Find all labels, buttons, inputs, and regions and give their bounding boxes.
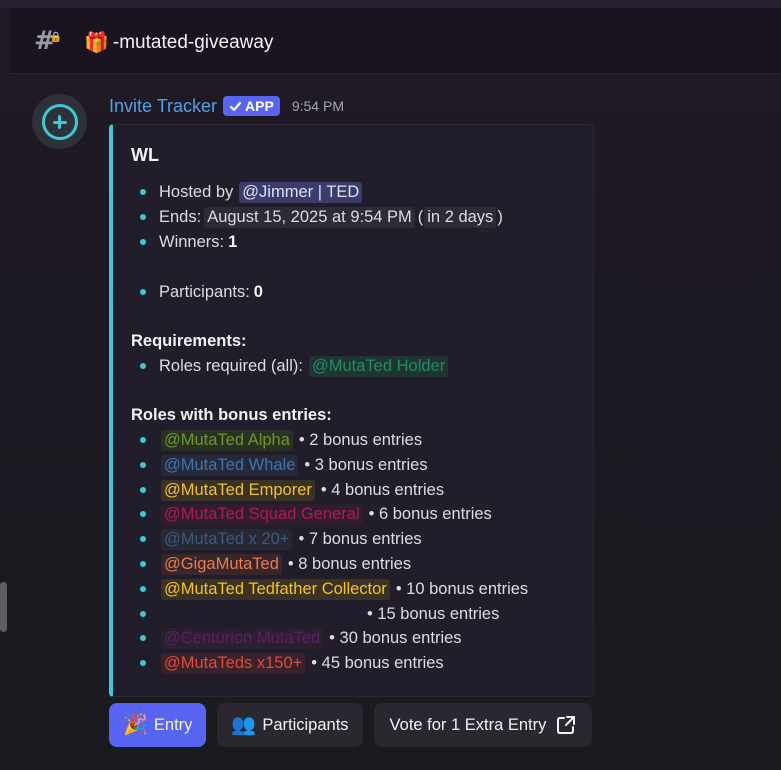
hosted-by-line: Hosted by @Jimmer | TED — [159, 181, 364, 203]
hosted-label: Hosted by — [159, 182, 234, 201]
channel-header: # 🔒 🎁 -mutated-giveaway — [10, 8, 781, 74]
app-badge: APP — [223, 96, 280, 116]
bonus-role-mention[interactable]: @Centurion MutaTed — [161, 627, 324, 649]
bonus-entries-text: • 3 bonus entries — [304, 455, 428, 474]
message-header: Invite Tracker APP 9:54 PM — [109, 94, 344, 118]
roles-required-label: Roles required (all): — [159, 356, 303, 375]
participants-button[interactable]: 👥 Participants — [217, 703, 363, 747]
bonus-entries-text: • 2 bonus entries — [298, 430, 423, 449]
participants-value: 0 — [253, 282, 263, 301]
bullet-icon — [140, 462, 146, 468]
bonus-entries-text: • 10 bonus entries — [395, 579, 529, 598]
bullet-icon — [140, 511, 146, 517]
bonus-entries-text: • 4 bonus entries — [320, 480, 445, 499]
timestamp[interactable]: 9:54 PM — [292, 98, 344, 114]
requirements-heading: Requirements: — [131, 331, 247, 350]
author-name[interactable]: Invite Tracker — [109, 96, 217, 117]
locked-hash-icon: # 🔒 — [34, 26, 62, 56]
bullet-icon — [140, 611, 146, 617]
bullet-icon — [140, 561, 146, 567]
bonus-entries-text: • 15 bonus entries — [367, 604, 500, 623]
bonus-role-row: @MutaTed Emporer • 4 bonus entries — [159, 479, 444, 501]
gift-icon: 🎁 — [84, 32, 109, 54]
ends-relative[interactable]: in 2 days — [424, 206, 497, 228]
bullet-icon — [140, 437, 146, 443]
winners-value: 1 — [228, 232, 238, 251]
entry-button[interactable]: 🎉 Entry — [109, 703, 207, 747]
required-role-mention[interactable]: @MutaTed Holder — [308, 355, 449, 377]
top-strip — [0, 0, 781, 8]
bonus-role-mention[interactable]: @MutaTed Tedfather Collector — [161, 578, 390, 600]
bonus-role-row: @Centurion MutaTed • 30 bonus entries — [159, 627, 462, 649]
winners-label: Winners: — [159, 232, 225, 251]
channel-name[interactable]: 🎁 -mutated-giveaway — [84, 30, 273, 56]
bonus-entries-text: • 8 bonus entries — [287, 554, 412, 573]
bonus-role-row: @MutaTed Squad General • 6 bonus entries — [159, 503, 492, 525]
vote-button-label: Vote for 1 Extra Entry — [389, 715, 547, 734]
ends-date[interactable]: August 15, 2025 at 9:54 PM — [204, 206, 415, 228]
bonus-role-mention[interactable]: @MutaTed Squad General — [161, 503, 363, 525]
bullet-icon — [140, 660, 146, 666]
bullet-icon — [140, 189, 146, 195]
bonus-role-mention[interactable]: @MutaTed x 20+ — [161, 528, 293, 550]
bullet-icon — [140, 586, 146, 592]
bullet-icon — [140, 239, 146, 245]
bullet-icon — [140, 363, 146, 369]
scrollbar-thumb[interactable] — [0, 582, 7, 632]
bonus-role-mention[interactable]: @MutaTed Whale — [161, 454, 299, 476]
bullet-icon — [140, 635, 146, 641]
participants-button-label: Participants — [262, 715, 349, 734]
bonus-role-mention[interactable] — [161, 604, 361, 624]
bullet-icon — [140, 487, 146, 493]
bonus-role-row: @MutaTed Whale • 3 bonus entries — [159, 454, 428, 476]
participants-label: Participants: — [159, 282, 250, 301]
external-link-icon — [557, 716, 576, 734]
party-popper-icon: 🎉 — [123, 714, 148, 736]
giveaway-embed: WL Hosted by @Jimmer | TED Ends: August … — [109, 124, 594, 697]
bonus-role-row: • 15 bonus entries — [159, 603, 499, 625]
bonus-role-row: @MutaTed x 20+ • 7 bonus entries — [159, 528, 422, 550]
bonus-role-mention[interactable]: @GigaMutaTed — [161, 553, 282, 575]
host-mention[interactable]: @Jimmer | TED — [239, 181, 363, 203]
vote-extra-entry-button[interactable]: Vote for 1 Extra Entry — [373, 703, 593, 747]
bullet-icon — [140, 214, 146, 220]
bullet-icon — [140, 289, 146, 295]
bullet-icon — [140, 536, 146, 542]
bonus-role-mention[interactable]: @MutaTed Alpha — [161, 429, 293, 451]
app-badge-label: APP — [245, 98, 274, 114]
ends-label: Ends: — [159, 207, 202, 226]
ends-paren-open: ( — [417, 207, 424, 226]
bonus-role-row: @MutaTed Tedfather Collector • 10 bonus e… — [159, 578, 528, 600]
bonus-entries-text: • 45 bonus entries — [311, 653, 444, 672]
embed-title: WL — [131, 145, 159, 165]
discord-channel-view: # 🔒 🎁 -mutated-giveaway Invite Tracker AP… — [0, 0, 781, 770]
participants-line: Participants: 0 — [159, 281, 263, 303]
ends-line: Ends: August 15, 2025 at 9:54 PM ( in 2 … — [159, 206, 503, 228]
bonus-role-mention[interactable]: @MutaTed Emporer — [161, 479, 315, 501]
people-icon: 👥 — [231, 714, 257, 736]
bonus-entries-text: • 6 bonus entries — [368, 504, 492, 523]
roles-required-line: Roles required (all): @MutaTed Holder — [159, 355, 450, 377]
channel-name-text: -mutated-giveaway — [112, 32, 274, 53]
entry-button-label: Entry — [153, 715, 193, 734]
bonus-heading: Roles with bonus entries: — [131, 405, 332, 424]
bonus-entries-text: • 30 bonus entries — [329, 628, 462, 647]
check-icon — [229, 101, 242, 111]
bonus-role-row: @GigaMutaTed • 8 bonus entries — [159, 553, 411, 575]
action-buttons: 🎉 Entry 👥 Participants Vote for 1 Extra … — [109, 703, 593, 747]
ends-paren-close: ) — [497, 207, 503, 226]
avatar[interactable] — [32, 94, 87, 149]
bonus-role-row: @MutaTed Alpha • 2 bonus entries — [159, 429, 422, 451]
plus-circle-icon — [41, 103, 78, 140]
bonus-role-row: @MutaTeds x150+ • 45 bonus entries — [159, 652, 444, 674]
bonus-role-mention[interactable]: @MutaTeds x150+ — [161, 652, 306, 674]
bonus-entries-text: • 7 bonus entries — [298, 529, 422, 548]
winners-line: Winners: 1 — [159, 231, 237, 253]
